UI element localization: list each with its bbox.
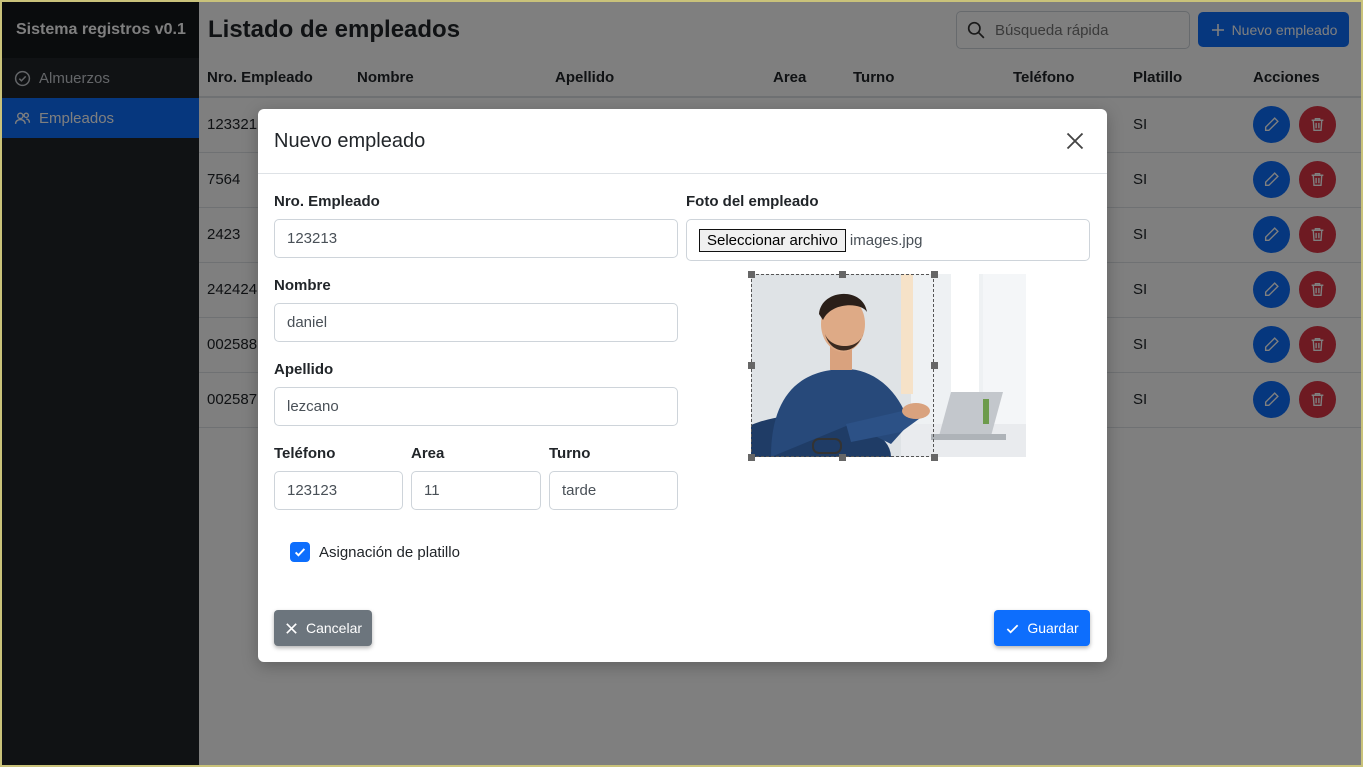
area-label: Area (411, 445, 445, 462)
photo-preview[interactable] (721, 271, 1026, 499)
crop-handle[interactable] (748, 362, 755, 369)
foto-label: Foto del empleado (686, 193, 819, 210)
crop-handle[interactable] (839, 454, 846, 461)
platillo-checkbox[interactable] (290, 542, 310, 562)
nombre-label: Nombre (274, 277, 331, 294)
crop-handle[interactable] (931, 362, 938, 369)
close-icon[interactable] (1065, 131, 1085, 151)
modal-header: Nuevo empleado (258, 109, 1107, 174)
platillo-checkbox-label: Asignación de platillo (319, 543, 460, 561)
turno-label: Turno (549, 445, 591, 462)
telefono-label: Teléfono (274, 445, 336, 462)
cancel-button[interactable]: Cancelar (274, 610, 372, 646)
apellido-input[interactable]: lezcano (274, 387, 678, 426)
nro-input[interactable]: 123213 (274, 219, 678, 258)
app-window: Sistema registros v0.1 Almuerzos Emplead… (0, 0, 1363, 767)
crop-selection[interactable] (751, 274, 934, 457)
telefono-input[interactable]: 123123 (274, 471, 403, 510)
close-icon (286, 622, 297, 634)
save-label: Guardar (1027, 620, 1079, 636)
checkmark-icon (294, 548, 306, 557)
apellido-label: Apellido (274, 361, 334, 378)
crop-handle[interactable] (931, 271, 938, 278)
platillo-checkbox-row[interactable]: Asignación de platillo (290, 542, 460, 562)
photo-file-input[interactable]: Seleccionar archivo images.jpg (686, 219, 1090, 261)
nombre-input[interactable]: daniel (274, 303, 678, 342)
crop-handle[interactable] (839, 271, 846, 278)
turno-input[interactable]: tarde (549, 471, 678, 510)
cancel-label: Cancelar (305, 620, 363, 636)
nro-label: Nro. Empleado (274, 193, 380, 210)
choose-file-button[interactable]: Seleccionar archivo (699, 228, 846, 252)
crop-handle[interactable] (931, 454, 938, 461)
save-button[interactable]: Guardar (994, 610, 1090, 646)
crop-handle[interactable] (748, 271, 755, 278)
new-employee-modal: Nuevo empleado Nro. Empleado 123213 Nomb… (258, 109, 1107, 662)
checkmark-icon (1007, 624, 1019, 633)
file-name: images.jpg (849, 231, 923, 249)
crop-handle[interactable] (748, 454, 755, 461)
modal-title: Nuevo empleado (274, 129, 426, 152)
area-input[interactable]: 11 (411, 471, 541, 510)
